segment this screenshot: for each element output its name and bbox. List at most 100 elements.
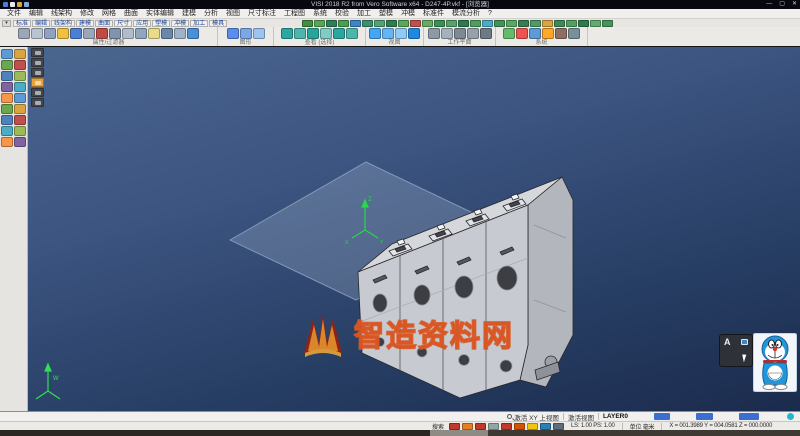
toolbar-tab[interactable]: 应用 xyxy=(133,20,151,27)
menu-item[interactable]: 曲面 xyxy=(120,9,142,19)
toolbar-tab[interactable]: 加工 xyxy=(190,20,208,27)
view-chip-button[interactable] xyxy=(739,413,759,420)
system-icon[interactable] xyxy=(542,28,554,39)
close-button[interactable]: ✕ xyxy=(792,0,797,9)
system-icon[interactable] xyxy=(529,28,541,39)
left-tool-icon[interactable] xyxy=(1,126,13,136)
system-icon[interactable] xyxy=(503,28,515,39)
units-readout[interactable]: 单位 毫米 xyxy=(630,422,655,431)
left-tool-icon[interactable] xyxy=(14,82,26,92)
workplane-icon[interactable] xyxy=(454,28,466,39)
view-select-icon[interactable] xyxy=(281,28,293,39)
quick-tool-icon[interactable] xyxy=(530,20,541,27)
toolbar-dropdown-button[interactable]: ▾ xyxy=(2,20,11,27)
left-tool-icon[interactable] xyxy=(14,115,26,125)
left-tool-icon[interactable] xyxy=(1,93,13,103)
active-view-label[interactable]: 激活 XY 上视图 xyxy=(514,412,559,422)
system-icon[interactable] xyxy=(516,28,528,39)
attributes-filter-icon[interactable] xyxy=(70,28,82,39)
attributes-filter-icon[interactable] xyxy=(96,28,108,39)
quick-tool-icon[interactable] xyxy=(422,20,433,27)
left-tool-icon[interactable] xyxy=(1,115,13,125)
snap-label[interactable]: 搜索 xyxy=(432,422,444,431)
views-icon[interactable] xyxy=(382,28,394,39)
toolbar-tab[interactable]: 曲面 xyxy=(95,20,113,27)
minimize-button[interactable]: — xyxy=(766,0,772,9)
graphics-icon[interactable] xyxy=(253,28,265,39)
graphics-icon[interactable] xyxy=(227,28,239,39)
toolbar-tab[interactable]: 模具 xyxy=(209,20,227,27)
snap-icon[interactable] xyxy=(449,423,460,430)
quick-tool-icon[interactable] xyxy=(314,20,325,27)
view-select-icon[interactable] xyxy=(307,28,319,39)
attributes-filter-icon[interactable] xyxy=(148,28,160,39)
viewport-3d[interactable]: Z X Y xyxy=(28,47,800,411)
quick-tool-icon[interactable] xyxy=(434,20,445,27)
quick-tool-icon[interactable] xyxy=(326,20,337,27)
toolbar-tab[interactable]: 标准 xyxy=(13,20,31,27)
attributes-filter-icon[interactable] xyxy=(187,28,199,39)
menu-item[interactable]: 工程图 xyxy=(280,9,309,19)
attributes-filter-icon[interactable] xyxy=(122,28,134,39)
workplane-icon[interactable] xyxy=(480,28,492,39)
attributes-filter-icon[interactable] xyxy=(161,28,173,39)
menu-item[interactable]: 标准件 xyxy=(419,9,448,19)
view-select-icon[interactable] xyxy=(294,28,306,39)
attributes-filter-icon[interactable] xyxy=(174,28,186,39)
views-icon[interactable] xyxy=(395,28,407,39)
snap-icon[interactable] xyxy=(475,423,486,430)
view-select-icon[interactable] xyxy=(333,28,345,39)
snap-icon[interactable] xyxy=(488,423,499,430)
view-chip-button[interactable] xyxy=(696,413,713,420)
left-tool-icon[interactable] xyxy=(14,104,26,114)
quick-tool-icon[interactable] xyxy=(482,20,493,27)
quick-tool-icon[interactable] xyxy=(578,20,589,27)
left-tool-icon[interactable] xyxy=(1,71,13,81)
left-tool-icon[interactable] xyxy=(14,126,26,136)
maximize-button[interactable]: ▢ xyxy=(779,0,785,9)
menu-item[interactable]: 校验 xyxy=(331,9,353,19)
quick-tool-icon[interactable] xyxy=(386,20,397,27)
attributes-filter-icon[interactable] xyxy=(83,28,95,39)
system-icon[interactable] xyxy=(555,28,567,39)
menu-item[interactable]: 加工 xyxy=(353,9,375,19)
quick-tool-icon[interactable] xyxy=(374,20,385,27)
quick-tool-icon[interactable] xyxy=(362,20,373,27)
quick-tool-icon[interactable] xyxy=(554,20,565,27)
menu-item[interactable]: 模流分析 xyxy=(448,9,484,19)
quick-tool-icon[interactable] xyxy=(518,20,529,27)
menu-item[interactable]: 建模 xyxy=(178,9,200,19)
views-icon[interactable] xyxy=(369,28,381,39)
view-select-icon[interactable] xyxy=(346,28,358,39)
menu-item[interactable]: 分析 xyxy=(200,9,222,19)
left-tool-icon[interactable] xyxy=(1,60,13,70)
menu-item[interactable]: 编辑 xyxy=(25,9,47,19)
left-tool-icon[interactable] xyxy=(14,71,26,81)
snap-icon[interactable] xyxy=(553,423,564,430)
quick-tool-icon[interactable] xyxy=(602,20,613,27)
attributes-filter-icon[interactable] xyxy=(109,28,121,39)
views-icon[interactable] xyxy=(408,28,420,39)
menu-item[interactable]: 尺寸标注 xyxy=(244,9,280,19)
quick-tool-icon[interactable] xyxy=(566,20,577,27)
multi-view-label[interactable]: 激活视图 xyxy=(568,412,594,422)
left-tool-icon[interactable] xyxy=(14,93,26,103)
quick-tool-icon[interactable] xyxy=(338,20,349,27)
toolbar-tab[interactable]: 塑模 xyxy=(152,20,170,27)
snap-icon[interactable] xyxy=(514,423,525,430)
workplane-icon[interactable] xyxy=(441,28,453,39)
menu-item[interactable]: 文件 xyxy=(3,9,25,19)
quick-tool-icon[interactable] xyxy=(302,20,313,27)
menu-item[interactable]: ? xyxy=(484,9,496,19)
menu-item[interactable]: 系统 xyxy=(309,9,331,19)
left-tool-icon[interactable] xyxy=(14,49,26,59)
snap-icon[interactable] xyxy=(540,423,551,430)
toolbar-tab[interactable]: 编辑 xyxy=(32,20,50,27)
attributes-filter-icon[interactable] xyxy=(57,28,69,39)
quick-tool-icon[interactable] xyxy=(542,20,553,27)
toolbar-tab[interactable]: 建模 xyxy=(76,20,94,27)
system-icon[interactable] xyxy=(568,28,580,39)
menu-item[interactable]: 塑模 xyxy=(375,9,397,19)
menu-item[interactable]: 网格 xyxy=(98,9,120,19)
toolbar-tab[interactable]: 冲模 xyxy=(171,20,189,27)
